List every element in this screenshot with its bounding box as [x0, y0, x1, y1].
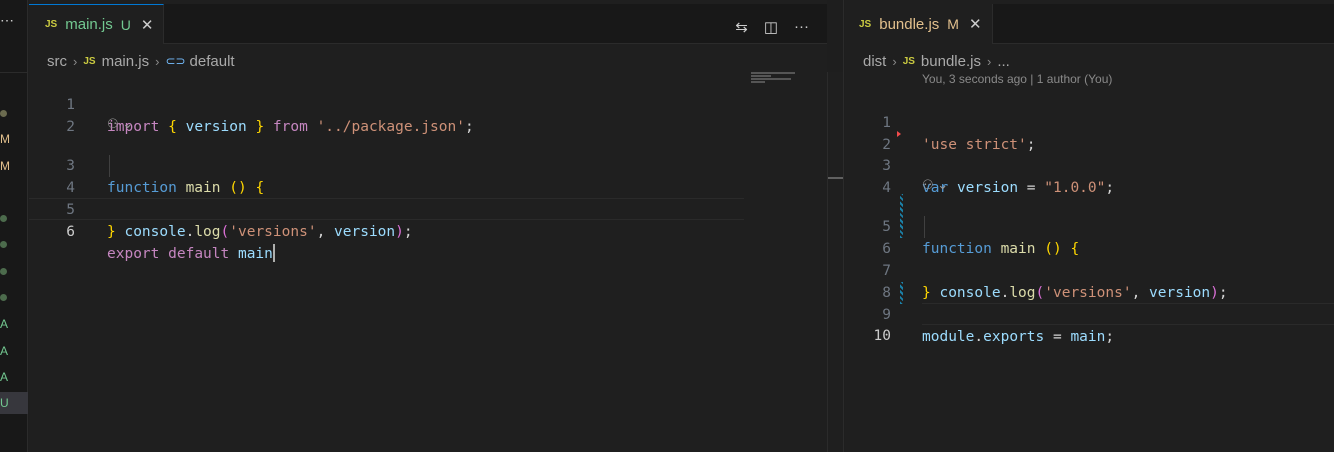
codelens-icon[interactable]: ⚇ ⌄	[922, 177, 948, 195]
code-content: module.exports = main;	[922, 329, 1115, 345]
scrollbar-marker	[828, 177, 844, 179]
close-icon[interactable]: ✕	[141, 16, 154, 34]
symbol-variable-icon: ⊂⊃	[165, 54, 186, 68]
code-line[interactable]: 3 var version = "1.0.0";	[845, 133, 1334, 196]
status-badge: U	[0, 396, 9, 410]
git-status-item[interactable]	[0, 207, 28, 229]
tab-label: bundle.js	[879, 15, 940, 33]
tab-label: main.js	[65, 16, 113, 33]
chevron-right-icon: ›	[986, 53, 992, 69]
status-dot	[0, 110, 7, 118]
scrollbar-left[interactable]	[827, 72, 844, 452]
open-changes-icon[interactable]: ⇆	[735, 18, 748, 36]
tab-main-js[interactable]: JS main.js U ✕	[29, 4, 165, 44]
git-status-item[interactable]: M	[0, 128, 28, 150]
chevron-right-icon: ›	[892, 53, 897, 69]
code-line[interactable]: 5 }	[29, 177, 827, 240]
breadcrumb-file[interactable]: bundle.js	[921, 53, 981, 70]
git-status-item[interactable]	[0, 233, 28, 255]
close-icon[interactable]: ✕	[969, 15, 982, 33]
git-status-item[interactable]: A	[0, 313, 28, 335]
status-badge: A	[0, 370, 9, 384]
divider	[0, 72, 28, 73]
editor-actions: ⇆ ◫ ···	[735, 18, 809, 36]
text-cursor	[272, 244, 275, 262]
git-status-item[interactable]: M	[0, 155, 28, 177]
git-status-badge: M	[947, 16, 959, 32]
git-status-item[interactable]: A	[0, 340, 28, 362]
code-line[interactable]: 9 module.exports = main;	[845, 282, 1334, 345]
line-number: 10	[873, 328, 891, 344]
breadcrumb-symbol[interactable]: default	[190, 53, 235, 70]
git-status-item-selected[interactable]: U	[0, 392, 28, 414]
status-badge: A	[0, 317, 9, 331]
breadcrumb-folder[interactable]: dist	[863, 53, 886, 70]
split-editor-icon[interactable]: ◫	[764, 18, 778, 36]
git-status-badge: U	[120, 16, 131, 33]
git-status-item[interactable]	[0, 260, 28, 282]
code-line-current[interactable]: 6 export default main	[29, 198, 744, 262]
code-line[interactable]: 8	[845, 260, 1334, 301]
javascript-file-icon: JS	[83, 55, 96, 67]
breadcrumb: dist › JS bundle.js › ...	[863, 50, 1010, 72]
codelens-icon[interactable]: ⚇ ⌄	[107, 116, 133, 134]
more-actions-icon[interactable]: ···	[794, 18, 809, 36]
editor-group-left: JS main.js U ✕ ⇆ ◫ ··· src › JS main.js …	[29, 0, 827, 452]
indent-guide	[109, 155, 110, 177]
code-line[interactable]: 4	[845, 155, 1334, 196]
status-badge: M	[0, 132, 10, 146]
status-badge: M	[0, 159, 10, 173]
chevron-right-icon: ›	[73, 53, 78, 69]
code-line[interactable]: 2	[29, 94, 827, 135]
git-blame-codelens[interactable]: You, 3 seconds ago | 1 author (You)	[922, 72, 1112, 86]
breadcrumb-more[interactable]: ...	[997, 53, 1010, 70]
tab-bar: JS bundle.js M ✕	[845, 4, 1334, 44]
line-number: 6	[66, 224, 75, 240]
code-content: }	[107, 224, 116, 240]
code-line[interactable]: 1 'use strict';	[845, 90, 1334, 153]
breadcrumb-file[interactable]: main.js	[102, 53, 150, 70]
git-status-item[interactable]	[0, 286, 28, 308]
code-content: export default main	[107, 244, 275, 262]
javascript-file-icon: JS	[45, 19, 58, 30]
chevron-right-icon: ›	[155, 53, 160, 69]
code-line[interactable]: 6 console.log('versions', version);	[845, 216, 1334, 301]
breadcrumb-folder[interactable]: src	[47, 53, 67, 70]
code-line[interactable]: 10	[845, 303, 1334, 344]
git-status-item[interactable]	[0, 102, 28, 124]
explorer-strip: ⋯ M M A A A U	[0, 0, 28, 452]
code-line[interactable]: 2	[845, 112, 1334, 153]
tab-bar: JS main.js U ✕ ⇆ ◫ ···	[29, 4, 827, 44]
status-dot	[0, 241, 7, 249]
group-divider[interactable]	[843, 0, 844, 452]
status-badge: A	[0, 344, 9, 358]
code-line[interactable]: 7 }	[845, 238, 1334, 301]
javascript-file-icon: JS	[902, 55, 915, 67]
code-line[interactable]: 1 import { version } from '../package.js…	[29, 72, 827, 135]
tab-bundle-js[interactable]: JS bundle.js M ✕	[845, 4, 993, 44]
code-line[interactable]: 4 console.log('versions', version);	[29, 155, 827, 240]
git-status-item[interactable]: A	[0, 366, 28, 388]
status-dot	[0, 215, 7, 223]
code-line[interactable]: 3 function main () {	[29, 133, 827, 196]
code-line[interactable]: 5 function main () {	[845, 194, 1334, 257]
editor-group-right: JS bundle.js M ✕ dist › JS bundle.js › .…	[845, 0, 1334, 452]
javascript-file-icon: JS	[859, 18, 872, 30]
breadcrumb: src › JS main.js › ⊂⊃ default	[47, 50, 235, 72]
status-dot	[0, 268, 7, 276]
code-content: console.log('versions', version);	[124, 224, 413, 240]
status-dot	[0, 294, 7, 302]
indent-guide	[924, 216, 925, 238]
more-icon[interactable]: ⋯	[0, 12, 14, 29]
